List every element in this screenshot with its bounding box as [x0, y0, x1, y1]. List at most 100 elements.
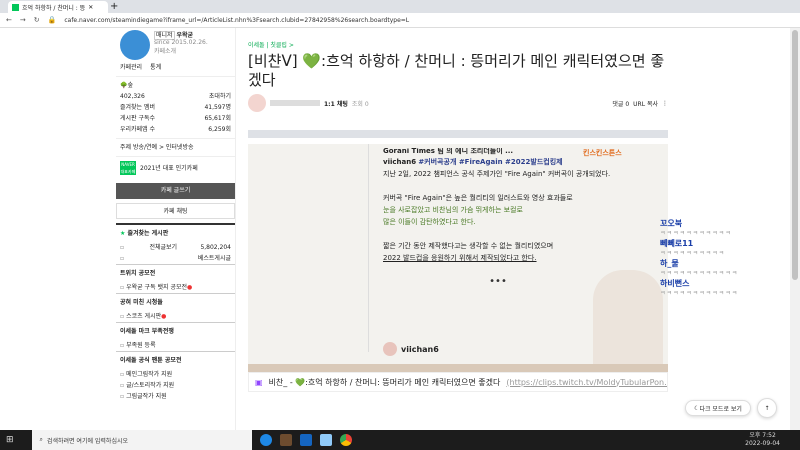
- chat-username[interactable]: 꼬오북: [660, 218, 790, 229]
- vtuber-character: [593, 270, 663, 370]
- board-section-header[interactable]: 트위치 공모전: [116, 264, 235, 282]
- new-tab-button[interactable]: +: [110, 1, 118, 12]
- app-icon[interactable]: [299, 434, 312, 446]
- tab-bar: 흐억 하항하 / 찬머니 : 뜽 ✕ +: [0, 0, 800, 13]
- cafe-intro-link[interactable]: 카페소개: [154, 46, 208, 55]
- board-link-label[interactable]: 메인그림작가 지원: [126, 370, 172, 379]
- best-posts-link[interactable]: 베스트게시글: [116, 253, 235, 264]
- fav-boards-header[interactable]: 즐겨찾는 게시판: [127, 230, 168, 237]
- star-icon: ★: [120, 230, 126, 237]
- search-icon: ⌕: [39, 436, 43, 443]
- cafe-chat-button[interactable]: 카페 채팅: [116, 203, 235, 219]
- app-icon[interactable]: [319, 434, 332, 446]
- edge-icon[interactable]: [259, 434, 272, 446]
- more-icon[interactable]: ⋮: [662, 100, 668, 107]
- write-post-button[interactable]: 카페 글쓰기: [116, 183, 235, 199]
- taskbar-search[interactable]: ⌕ 검색하려면 여기에 입력하십시오: [31, 430, 252, 450]
- stream-label: 킨스킨스튼스: [583, 149, 622, 157]
- chat-text: ㅋㅋㅋㅋㅋㅋㅋㅋㅋㅋㅋㅋ: [660, 270, 739, 277]
- all-posts-count: 5,802,204: [200, 244, 231, 251]
- video-user: viichan6: [383, 158, 417, 166]
- board-link: 글/스토리작가 지원: [116, 380, 235, 391]
- board-section-header[interactable]: 공혀 미친 시청들: [116, 293, 235, 311]
- embedded-tabbar: [248, 130, 668, 138]
- lock-icon: 🔒: [47, 16, 57, 24]
- forward-icon[interactable]: →: [20, 16, 26, 24]
- video-text: 2022 발드컵을 응원하기 위해서 제작되었다고 한다.: [383, 254, 537, 262]
- award-text: 2021년 대표 인기카페: [140, 164, 198, 172]
- chat-username[interactable]: 하_물: [660, 258, 790, 269]
- board-section-header[interactable]: 이세돌 마크 부족전쟁: [116, 322, 235, 340]
- all-posts-link[interactable]: 전체글보기: [149, 243, 177, 252]
- page-title: [비챤ᐯ] 💚:흐억 하항하 / 찬머니 : 뜽머리가 메인 캐릭터였으면 좋겠…: [248, 52, 665, 89]
- browser-tab[interactable]: 흐억 하항하 / 찬머니 : 뜽 ✕: [8, 1, 108, 13]
- cafe-sidebar: 매니저 우왁굳 since 2015.02.26. 카페소개 카페관리 통계 🌳 숲…: [116, 28, 236, 430]
- chat-text: ㅋㅋㅋㅋㅋㅋㅋㅋㅋㅋㅋ: [660, 230, 732, 237]
- author-name-blurred: [270, 100, 320, 106]
- reload-icon[interactable]: ↻: [34, 16, 40, 24]
- chat-badge[interactable]: 1:1 채팅: [324, 99, 348, 108]
- author-avatar[interactable]: [248, 94, 266, 112]
- board-link-label[interactable]: 그림글작가 지원: [126, 392, 167, 401]
- video-caption[interactable]: ▣ 비찬_ - 💚:흐억 하항하 / 찬머니: 뜽머리가 메인 캐릭터였으면 좋…: [248, 372, 668, 392]
- cafe-topic: 주제 방송/연예 > 인터넷방송: [116, 139, 235, 157]
- video-text: 짧은 기간 동안 제작했다고는 생각할 수 없는 퀄리티였으며: [383, 242, 554, 250]
- chat-message: 뻬뻬로11 ㅋㅋㅋㅋㅋㅋㅋㅋㅋㅋ: [660, 238, 790, 258]
- video-text: 커버곡 "Fire Again"은 높은 퀄리티의 일러스트와 영상 효과들로: [383, 194, 573, 202]
- level-icon: 🌳: [120, 82, 128, 89]
- manager-name[interactable]: 우왁굳: [176, 32, 193, 39]
- author-avatar: [383, 342, 397, 356]
- embedded-addressbar: [248, 138, 668, 144]
- clock-time[interactable]: 오후 7:52: [745, 432, 780, 440]
- cafe-manage-link[interactable]: 카페관리: [120, 63, 142, 72]
- url-copy-button[interactable]: URL 복사: [633, 99, 658, 108]
- fav-members-label: 즐겨찾는 멤버: [120, 104, 156, 111]
- board-link-label[interactable]: 우왁굳 구독 뱃지 공모전: [126, 283, 187, 292]
- comments-link[interactable]: 댓글 0: [612, 99, 629, 108]
- dark-mode-label: 다크 모드로 보기: [699, 405, 742, 413]
- naver-badge: NAVER 대표카페: [120, 161, 136, 175]
- url-input[interactable]: cafe.naver.com/steamindiegame?iframe_url…: [64, 17, 409, 24]
- cafe-app-label: 우리카페앱 수: [120, 126, 156, 133]
- chrome-icon[interactable]: [339, 434, 352, 446]
- views: 조회 0: [351, 100, 369, 108]
- new-badge-icon: ●: [187, 284, 193, 291]
- windows-start-icon[interactable]: ⊞: [6, 435, 14, 445]
- scrollbar-thumb[interactable]: [792, 30, 798, 280]
- minecraft-icon[interactable]: [279, 434, 292, 446]
- address-bar: ← → ↻ 🔒 cafe.naver.com/steamindiegame?ifram…: [0, 13, 800, 28]
- chat-message: 꼬오북 ㅋㅋㅋㅋㅋㅋㅋㅋㅋㅋㅋ: [660, 218, 790, 238]
- clock-date[interactable]: 2022-09-04: [745, 440, 780, 448]
- invite-link[interactable]: 초대하기: [209, 92, 231, 101]
- board-subs-value: 65,617회: [204, 115, 231, 122]
- video-text: 많은 이들이 감탄하였다고 한다.: [383, 218, 476, 226]
- scroll-top-button[interactable]: ↑: [757, 398, 777, 418]
- board-link: 우왁굳 구독 뱃지 공모전 ●: [116, 282, 235, 293]
- cafe-app-value: 6,259회: [208, 126, 231, 133]
- video-line: Gorani Times 팀 의 에니 조리더들이 ...: [383, 148, 514, 155]
- clip-link[interactable]: (https://clips.twitch.tv/MoldyTubularPon…: [506, 378, 667, 387]
- board-link-label[interactable]: 스코츠 게시판: [126, 312, 161, 321]
- stats-link[interactable]: 통계: [150, 63, 161, 72]
- back-icon[interactable]: ←: [6, 16, 12, 24]
- board-link-label[interactable]: 글/스토리작가 지원: [126, 381, 174, 390]
- video-tags: #커버곡공개 #FireAgain #2022발드컵킹제: [418, 158, 563, 166]
- breadcrumb[interactable]: 이세돌 | 칫클립 >: [248, 40, 668, 49]
- new-badge-icon: ●: [161, 313, 167, 320]
- board-link: 부족원 등록: [116, 340, 235, 351]
- since-date: since 2015.02.26.: [154, 39, 208, 46]
- board-section-header[interactable]: 이세돌 공식 팬툰 공모전: [116, 351, 235, 369]
- taskbar: ⊞ ⌕ 검색하려면 여기에 입력하십시오 오후 7:52 2022-09-04: [0, 430, 800, 450]
- chat-username[interactable]: 하비뻔스: [660, 278, 790, 289]
- chat-text: ㅋㅋㅋㅋㅋㅋㅋㅋㅋㅋ: [660, 250, 726, 257]
- chat-overlay: 꼬오북 ㅋㅋㅋㅋㅋㅋㅋㅋㅋㅋㅋ 뻬뻬로11 ㅋㅋㅋㅋㅋㅋㅋㅋㅋㅋ 하_물 ㅋㅋㅋㅋㅋㅋㅋㅋ…: [660, 218, 790, 298]
- loading-dots: •••: [489, 276, 507, 287]
- chat-username[interactable]: 뻬뻬로11: [660, 238, 790, 249]
- dark-mode-button[interactable]: ☾ 다크 모드로 보기: [685, 400, 751, 416]
- board-subs-label: 게시판 구독수: [120, 115, 156, 122]
- board-link-label[interactable]: 부족원 등록: [126, 341, 156, 350]
- close-tab-icon[interactable]: ✕: [88, 4, 93, 11]
- tab-title: 흐억 하항하 / 찬머니 : 뜽: [22, 4, 86, 12]
- cafe-logo: [120, 30, 150, 60]
- video-player[interactable]: Gorani Times 팀 의 에니 조리더들이 ... viichan6 #…: [248, 130, 668, 372]
